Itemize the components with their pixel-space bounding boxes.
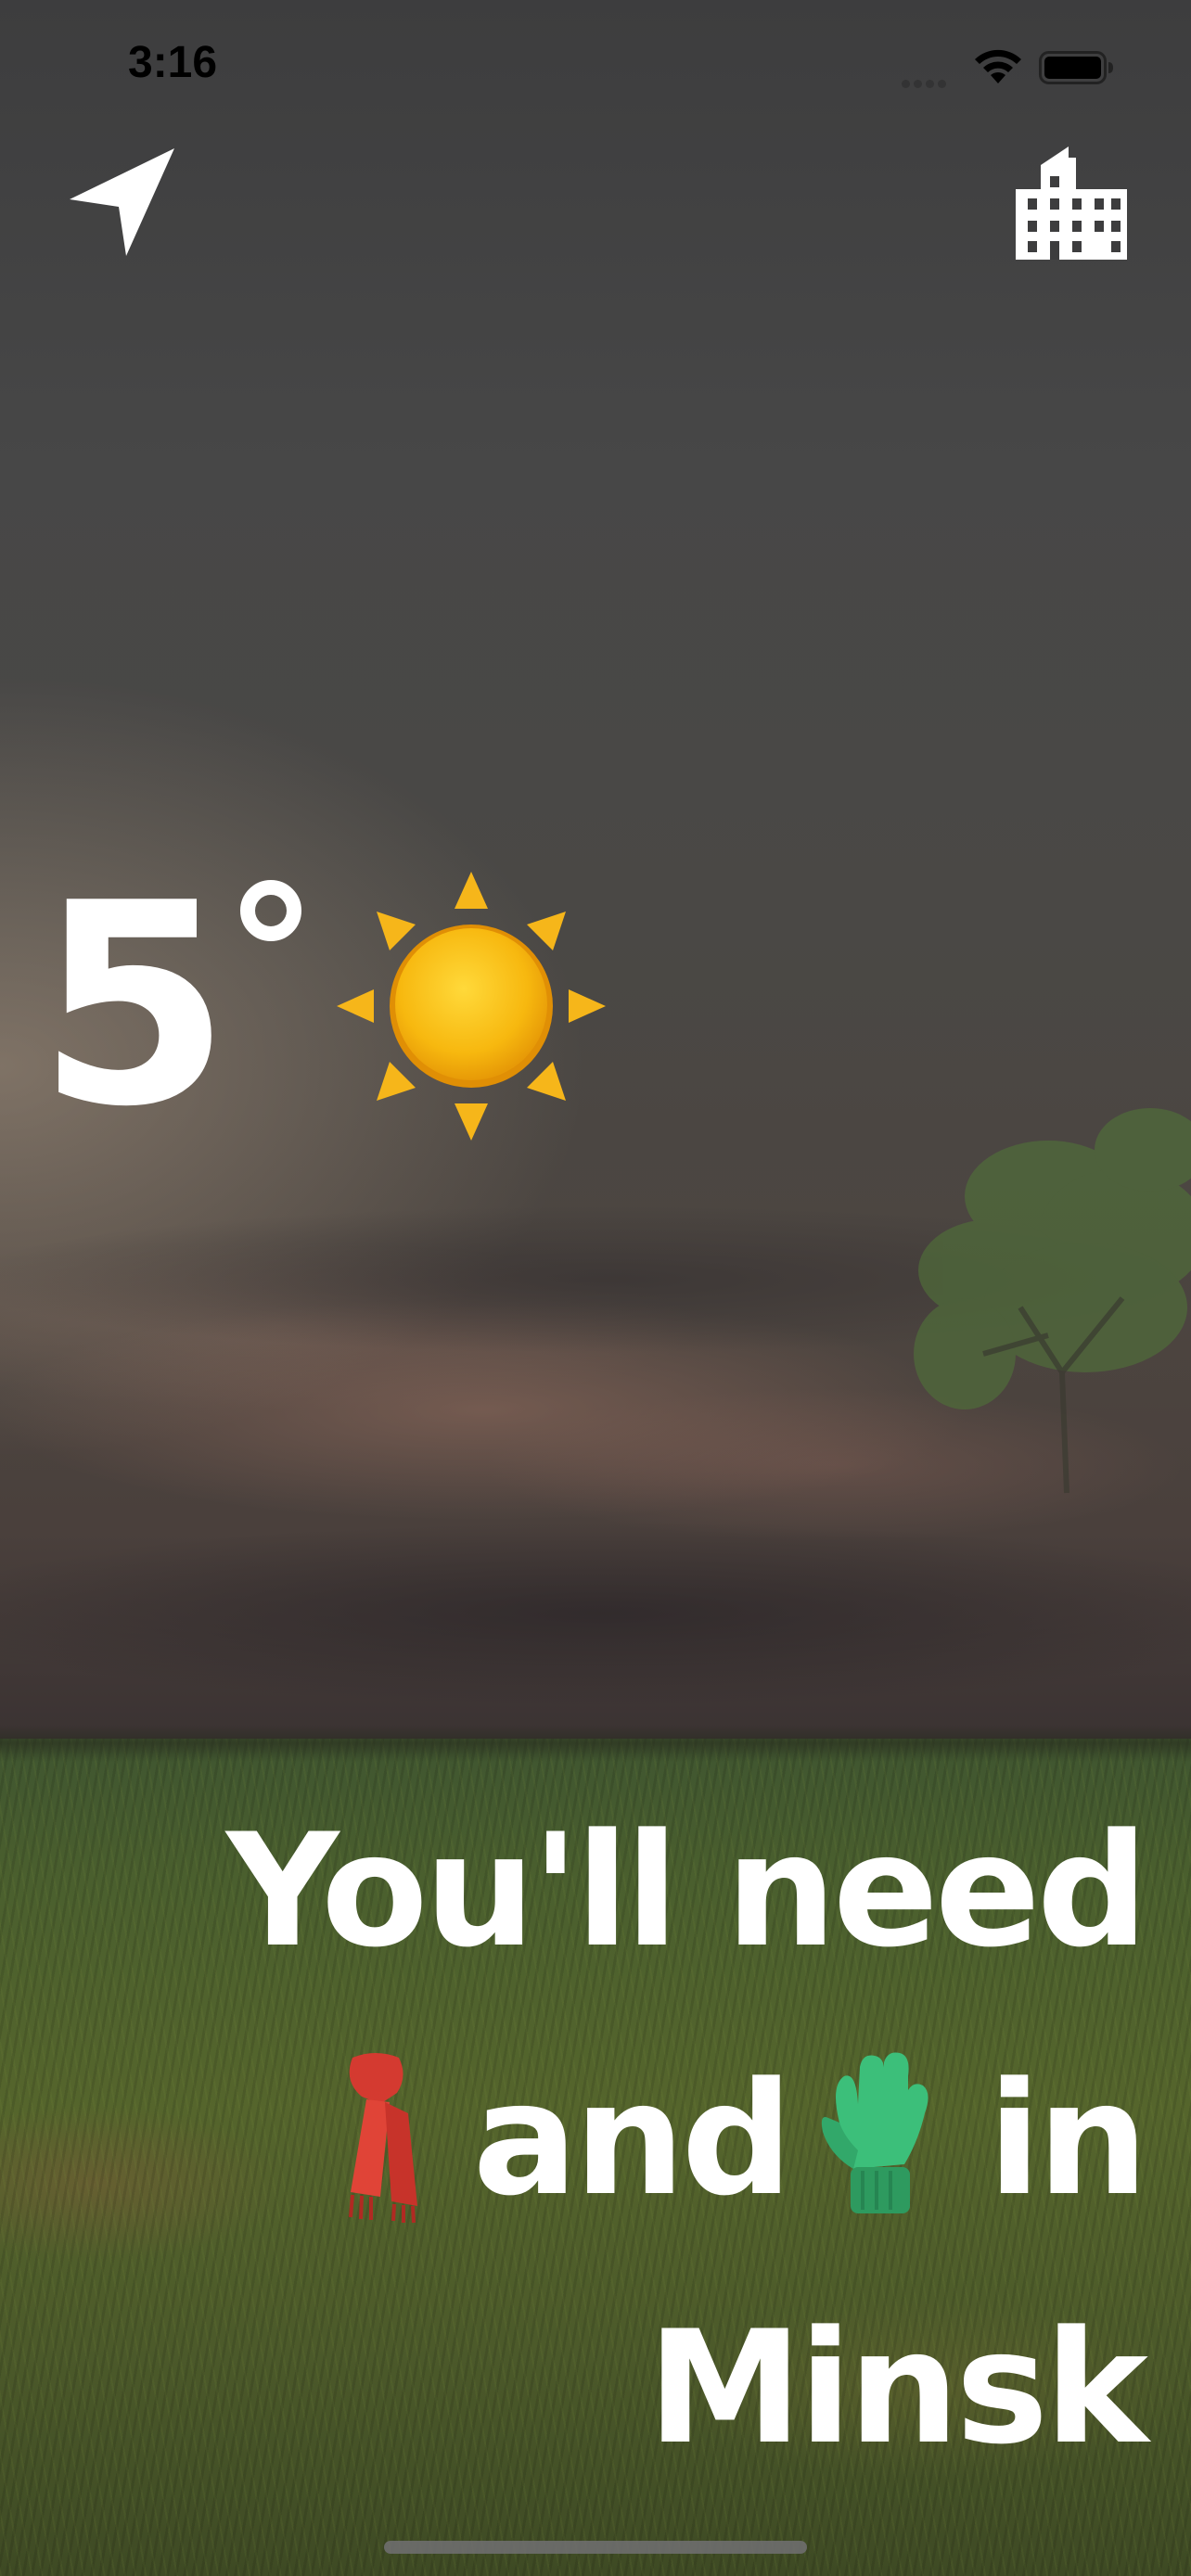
tree-illustration [914, 1108, 1191, 1494]
advice-word-in: in [987, 2048, 1148, 2230]
temperature-value: 5 [37, 844, 231, 1167]
location-arrow-icon[interactable] [65, 144, 181, 260]
battery-icon [1039, 51, 1113, 84]
sun-icon [337, 872, 606, 1141]
cellular-signal-icon [902, 74, 957, 88]
building-icon[interactable] [1011, 139, 1127, 260]
status-bar: 3:16 [0, 0, 1191, 130]
weather-screen: 3:16 5 You'll need and in Minsk [0, 0, 1191, 2576]
glove-icon [821, 2052, 928, 2214]
advice-line-2: and in [124, 2015, 1148, 2264]
advice-line-1: You'll need [225, 1800, 1148, 1982]
advice-word-and: and [472, 2048, 793, 2230]
degree-symbol [240, 880, 301, 941]
horizon [0, 1725, 1191, 1762]
wifi-icon [975, 49, 1021, 83]
status-time: 3:16 [128, 38, 218, 87]
scarf-icon [348, 2053, 417, 2224]
city-name: Minsk [647, 2297, 1148, 2479]
clothing-advice: You'll need and in Minsk [124, 1766, 1148, 2512]
cloud-band-lower [0, 1521, 1191, 1706]
home-indicator[interactable] [384, 2541, 807, 2554]
